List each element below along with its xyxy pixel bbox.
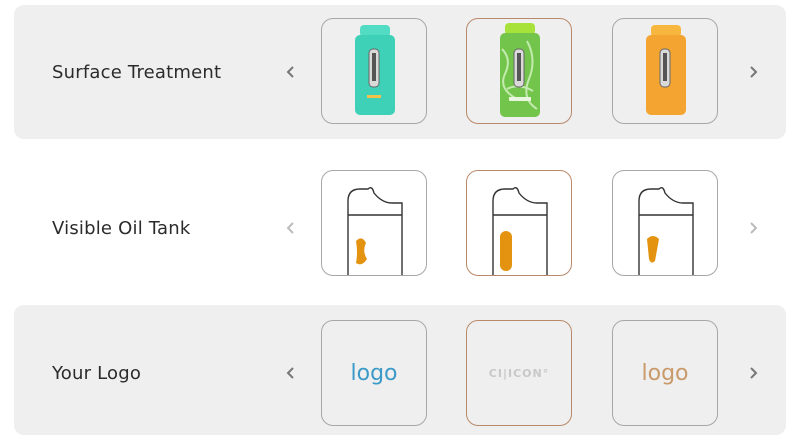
logo-option-blue[interactable]: logo	[321, 320, 427, 426]
mint-device-image	[355, 25, 395, 115]
surface-option-orange[interactable]	[612, 18, 718, 124]
chevron-right-icon	[750, 222, 758, 234]
tank-option-tall-selected[interactable]	[466, 170, 572, 276]
logo-text: logo	[350, 360, 398, 386]
logo-option-brand-selected[interactable]: CI|ICON°	[466, 320, 572, 426]
visible-oil-tank-row: Visible Oil Tank	[14, 158, 786, 292]
orange-device-image	[646, 25, 686, 115]
short-tank-drawing	[638, 186, 694, 275]
logo-option-tan[interactable]: logo	[612, 320, 718, 426]
chevron-right-icon	[750, 66, 758, 78]
chevron-left-icon	[286, 367, 294, 379]
chevron-right-icon	[750, 367, 758, 379]
previous-arrow-button[interactable]	[280, 217, 302, 239]
next-arrow-button[interactable]	[742, 61, 764, 83]
chevron-left-icon	[286, 66, 294, 78]
chevron-left-icon	[286, 222, 294, 234]
your-logo-row: Your Logo logo CI|ICON° logo	[14, 305, 786, 435]
next-arrow-button[interactable]	[742, 217, 764, 239]
previous-arrow-button[interactable]	[280, 362, 302, 384]
row-label: Visible Oil Tank	[52, 218, 191, 239]
surface-treatment-row: Surface Treatment	[14, 5, 786, 139]
surface-option-green-selected[interactable]	[466, 18, 572, 124]
green-device-image	[500, 23, 540, 117]
row-label: Your Logo	[52, 363, 142, 384]
logo-text: logo	[641, 360, 689, 386]
curved-tank-drawing	[347, 186, 403, 275]
row-label: Surface Treatment	[52, 62, 222, 83]
surface-option-mint[interactable]	[321, 18, 427, 124]
brand-logo-text: CI|ICON°	[488, 366, 550, 380]
tall-tank-drawing	[492, 186, 548, 275]
tank-option-short[interactable]	[612, 170, 718, 276]
tank-option-curved[interactable]	[321, 170, 427, 276]
previous-arrow-button[interactable]	[280, 61, 302, 83]
next-arrow-button[interactable]	[742, 362, 764, 384]
